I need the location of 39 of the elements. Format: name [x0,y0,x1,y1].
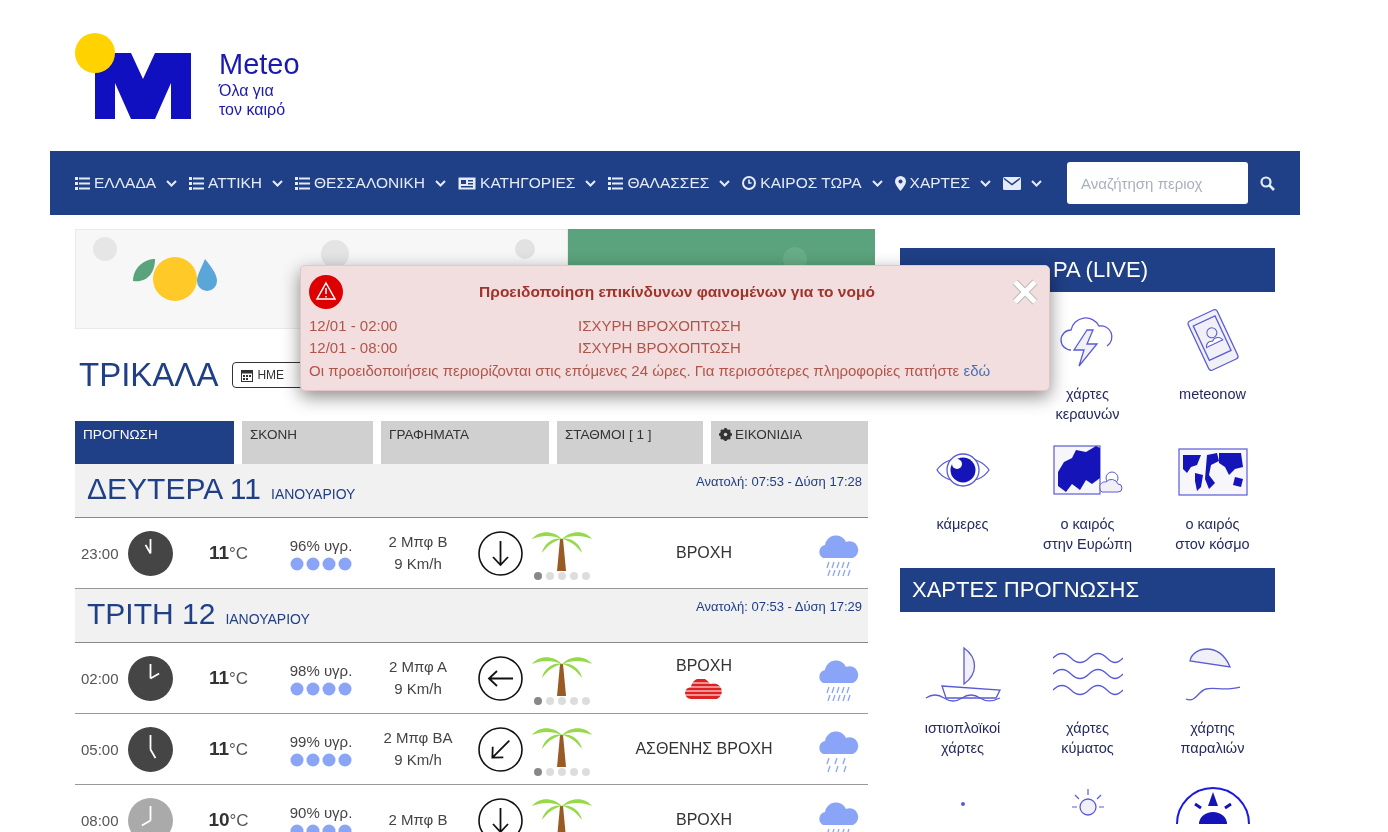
humidity: 98% υγρ. [289,661,353,681]
wind-speed: 9 Km/h [394,679,442,699]
city-title: ΤΡΙΚΑΛΑ [79,356,219,394]
humidity: 96% υγρ. [289,536,353,556]
forecast-time: 23:00 [80,544,120,562]
month-label: ΙΑΝΟΥΑΡΙΟΥ [225,611,310,627]
weather-condition: ΒΡΟΧΗ [676,544,732,562]
logo-tagline: τον καιρό [219,100,287,119]
forecast-time: 05:00 [80,740,120,758]
wind-force: 2 Μπφ Β [388,810,448,830]
temperature: 10°C [208,809,249,831]
wind-force: 2 Μπφ Β [388,532,448,552]
sunrise-sunset: Ανατολή: 07:53 - Δύση 17:28 [696,473,862,491]
popup-title: Προειδοποίηση επικίνδυνων φαινομένων για το νομό [478,283,876,301]
wind-force: 2 Μπφ ΒΑ [383,728,453,748]
sunrise-sunset: Ανατολή: 07:53 - Δύση 17:29 [696,598,862,616]
day-title: ΔΕΥΤΕΡΑ 11 [87,472,261,506]
humidity: 99% υγρ. [289,732,353,752]
temperature: 11°C [208,542,249,564]
wind-speed: 9 Km/h [394,750,442,770]
section-header: ΧΑΡΤΕΣ ΠΡΟΓΝΩΣΗΣ [900,568,1275,612]
forecast-time: 08:00 [80,811,120,829]
warning-phenomenon: ΙΣΧΥΡΗ ΒΡΟΧΟΠΤΩΣΗ [578,316,742,336]
day-title: ΤΡΙΤΗ 12 [87,597,216,631]
temperature: 11°C [208,738,249,760]
month-label: ΙΑΝΟΥΑΡΙΟΥ [271,486,356,502]
logo-name: Meteo [219,47,300,81]
temperature: 11°C [208,667,249,689]
weather-condition: ΒΡΟΧΗ [676,811,732,829]
warning-time: 12/01 - 08:00 [309,338,399,358]
warning-time: 12/01 - 02:00 [309,316,399,336]
wind-speed: 9 Km/h [394,554,442,574]
wind-force: 2 Μπφ Α [388,657,448,677]
forecast-time: 02:00 [80,669,120,687]
logo-tagline: Όλα για [219,81,275,100]
weather-condition: ΑΣΘΕΝΗΣ ΒΡΟΧΗ [635,740,773,758]
humidity: 90% υγρ. [289,803,353,823]
weather-condition: ΒΡΟΧΗ [676,657,732,675]
warning-phenomenon: ΙΣΧΥΡΗ ΒΡΟΧΟΠΤΩΣΗ [578,338,742,358]
